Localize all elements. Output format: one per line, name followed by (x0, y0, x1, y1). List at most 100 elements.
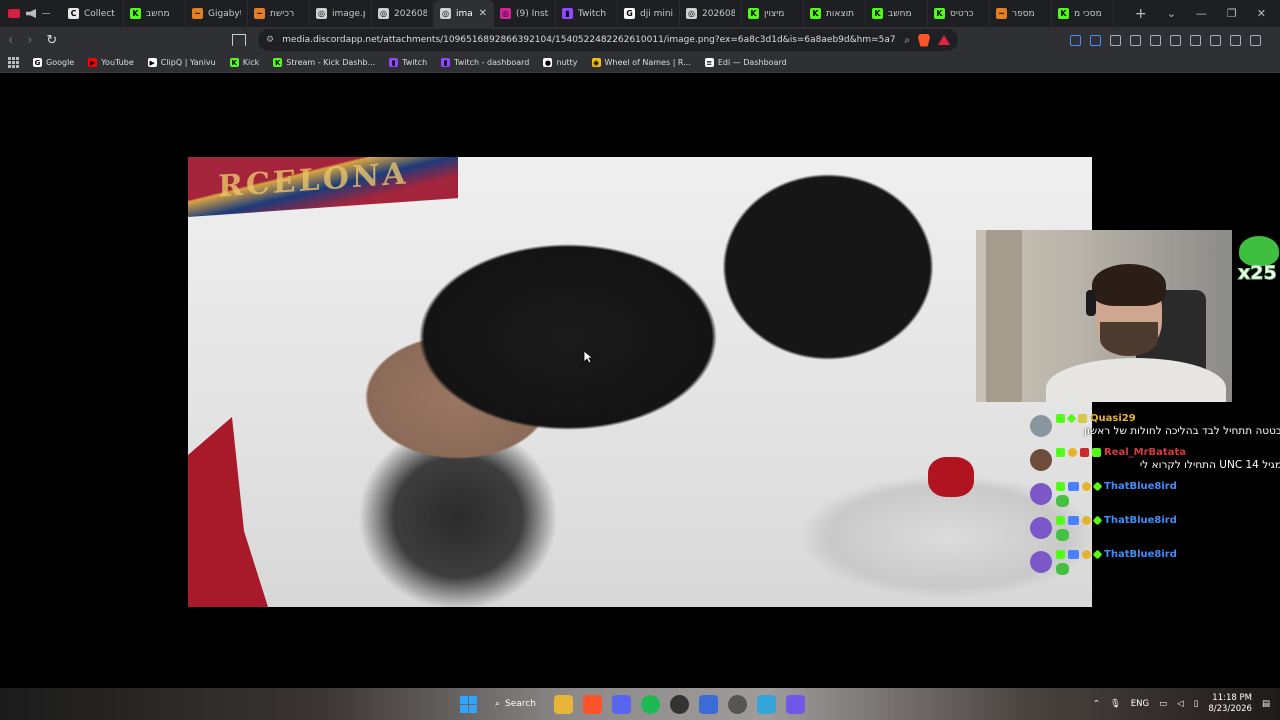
chat-username[interactable]: ThatBlue8ird (1104, 515, 1177, 526)
tab-label: Twitch (578, 8, 607, 19)
chat-username[interactable]: Real_MrBatata (1104, 447, 1186, 458)
close-tab-icon[interactable]: ✕ (479, 8, 487, 19)
app-icon-8[interactable] (698, 694, 718, 714)
bookmark-page-icon[interactable] (232, 34, 246, 46)
main-menu-icon[interactable] (1250, 34, 1261, 46)
media-controls-icon[interactable] (1150, 34, 1161, 46)
browser-tab[interactable]: ◎ 202608 (372, 0, 434, 27)
taskbar-apps: ⌕ Search (460, 688, 805, 720)
steam-icon[interactable] (727, 694, 747, 714)
language-indicator[interactable]: ENG (1131, 699, 1149, 709)
browser-tab[interactable]: ▮ Twitch (556, 0, 618, 27)
bookmark-item[interactable]: K Stream - Kick Dashb... (273, 58, 375, 67)
bookmark-label: YouTube (101, 58, 134, 67)
browser-tab[interactable]: ◎ image.p (310, 0, 372, 27)
chat-username[interactable]: ThatBlue8ird (1104, 549, 1177, 560)
calculator-icon[interactable] (785, 694, 805, 714)
brave-rewards-icon[interactable] (938, 35, 950, 45)
taskbar-search[interactable]: ⌕ Search (487, 692, 544, 716)
battery-icon[interactable]: ▯ (1194, 699, 1199, 709)
bookmark-item[interactable]: ▶ YouTube (88, 58, 134, 67)
red-chair (188, 417, 268, 607)
browser-tab[interactable]: K מיצוין (742, 0, 804, 27)
discord-image[interactable]: RCELONA (188, 157, 1092, 607)
bookmark-item[interactable]: ▶ ClipQ | Yanivu (147, 58, 216, 67)
tab-favicon-icon: K (748, 8, 759, 19)
bookmark-item[interactable]: ▮ Twitch (389, 58, 427, 67)
extension-icon-3[interactable] (1110, 34, 1121, 46)
zoom-icon[interactable]: ⌕ (904, 35, 910, 46)
tab-strip: C Collect K מחשב ~ Gigabyt ~ רכישת ◎ image.p ◎ 2026… (0, 0, 1280, 27)
leo-ai-icon[interactable] (1210, 34, 1221, 46)
file-explorer-icon[interactable] (553, 694, 573, 714)
url-text[interactable]: media.discordapp.net/attachments/1096516… (282, 35, 896, 45)
bookmark-label: nutty (556, 58, 578, 67)
site-info-icon[interactable]: ⚙ (266, 35, 274, 45)
wallet-icon[interactable] (1190, 34, 1201, 46)
discord-icon[interactable] (611, 694, 631, 714)
sidebar-toggle-icon[interactable] (1170, 34, 1181, 46)
browser-tab[interactable]: K כרטיס (928, 0, 990, 27)
browser-tab[interactable]: ~ רכישת (248, 0, 310, 27)
bookmark-item[interactable]: ● nutty (543, 58, 578, 67)
browser-tab[interactable]: ◎ (9) Insta (494, 0, 556, 27)
browser-tab[interactable]: ~ מספר (990, 0, 1052, 27)
browser-tab[interactable]: Gdji mini (618, 0, 680, 27)
browser-tab[interactable]: K תוצאות (804, 0, 866, 27)
brave-shields-icon[interactable] (918, 33, 930, 47)
chat-username[interactable]: Quasi29 (1090, 413, 1136, 424)
bookmark-item[interactable]: ◉ Wheel of Names | R... (591, 58, 691, 67)
maximize-button[interactable]: ❐ (1227, 7, 1237, 20)
minimize-button[interactable]: — (1196, 7, 1207, 20)
forward-button[interactable]: › (27, 33, 32, 48)
translate-extension-icon[interactable] (1090, 34, 1101, 46)
tab-label: Collect (84, 8, 115, 19)
photos-icon[interactable] (756, 694, 776, 714)
bookmark-item[interactable]: G Google (33, 58, 74, 67)
extension-icon-1[interactable] (1070, 34, 1081, 46)
webcam-hair (1092, 264, 1166, 306)
notifications-icon[interactable]: ▤ (1262, 699, 1270, 709)
vpn-icon[interactable] (1230, 34, 1241, 46)
browser-tab[interactable]: K מחשב (124, 0, 186, 27)
tab-search-chevron-icon[interactable]: ⌄ (1167, 7, 1176, 20)
chat-username[interactable]: ThatBlue8ird (1104, 481, 1177, 492)
extensions-puzzle-icon[interactable] (1130, 34, 1141, 46)
microphone-icon[interactable]: 🎙 (1110, 699, 1121, 709)
browser-tab[interactable]: ◎ ima ✕ (434, 0, 494, 27)
browser-tab[interactable]: ~ Gigabyt (186, 0, 248, 27)
tab-favicon-icon: ▮ (562, 8, 573, 19)
new-tab-button[interactable]: + (1129, 6, 1153, 22)
bookmark-item[interactable]: ▮ Twitch - dashboard (441, 58, 529, 67)
windows-start-icon[interactable] (460, 695, 477, 713)
taskbar-clock[interactable]: 11:18 PM 8/23/2026 (1208, 693, 1252, 715)
bookmark-favicon-icon: K (229, 58, 239, 67)
address-bar[interactable]: ⚙ media.discordapp.net/attachments/10965… (258, 29, 958, 51)
close-window-button[interactable]: ✕ (1257, 7, 1266, 20)
bookmark-label: Kick (242, 58, 260, 67)
browser-tab[interactable]: C Collect (62, 0, 124, 27)
webcam-door (986, 230, 1022, 402)
apps-grid-icon[interactable] (8, 57, 19, 68)
obs-icon[interactable] (669, 694, 689, 714)
network-icon[interactable]: ▭ (1159, 699, 1167, 709)
spotify-icon[interactable] (640, 694, 660, 714)
back-button[interactable]: ‹ (8, 33, 13, 48)
browser-tab[interactable]: K מחשב (866, 0, 928, 27)
chat-avatar (1030, 449, 1052, 471)
tab-group-collapse-icon[interactable] (42, 13, 50, 14)
browser-tab[interactable]: ◎ 202608 (680, 0, 742, 27)
brave-browser-icon[interactable] (582, 694, 602, 714)
reload-button[interactable]: ↻ (46, 33, 57, 48)
tab-group-controls[interactable] (0, 0, 62, 27)
tab-favicon-icon: C (68, 8, 79, 19)
browser-tab[interactable]: K מסכי מ (1052, 0, 1114, 27)
tray-overflow-chevron-icon[interactable]: ⌃ (1093, 699, 1100, 709)
bookmark-item[interactable]: ≡ Edi — Dashboard (704, 58, 787, 67)
speaker-icon[interactable] (26, 9, 36, 18)
bookmark-label: Twitch - dashboard (454, 58, 530, 67)
chat-message-header: Real_MrBatata (1056, 446, 1280, 459)
bookmark-item[interactable]: K Kick (229, 58, 260, 67)
volume-icon[interactable]: ◁ (1177, 699, 1184, 709)
extensions-area (1070, 34, 1261, 46)
